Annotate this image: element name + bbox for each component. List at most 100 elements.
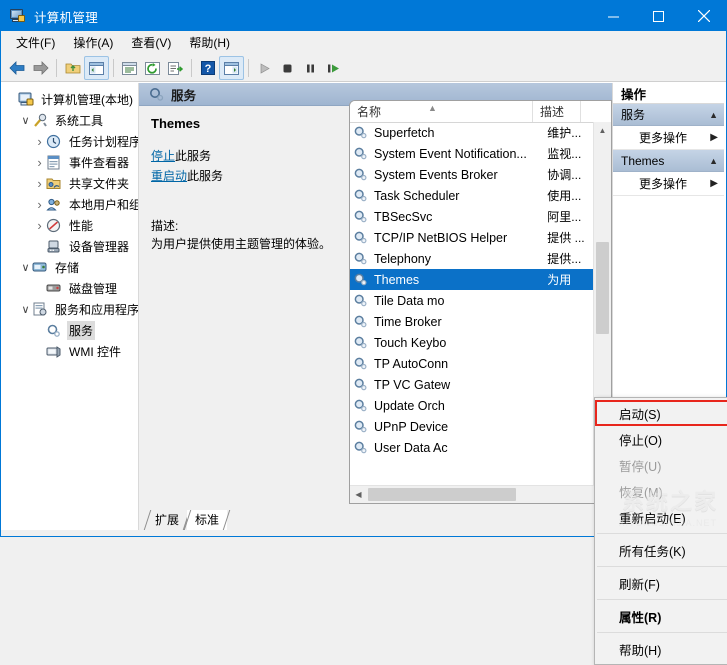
service-name-cell: Touch Keybo: [374, 335, 447, 350]
actions-more-services[interactable]: 更多操作 ▶: [613, 126, 724, 150]
export-list-icon[interactable]: [164, 57, 187, 79]
horizontal-scroll-thumb[interactable]: [368, 488, 516, 501]
service-name-cell: TCP/IP NetBIOS Helper: [374, 230, 508, 245]
actions-more-themes[interactable]: 更多操作 ▶: [613, 172, 724, 196]
console-tree-pane: 计算机管理(本地) ∨ 系统工具 › 任务计划程序 › 事件查看器 › 共享文件夹 › 本地用户和组…: [1, 83, 139, 530]
ctx-restart[interactable]: 重新启动(E): [595, 504, 727, 530]
up-folder-icon[interactable]: [61, 57, 84, 79]
tree-item-8[interactable]: ∨ 存储: [1, 257, 138, 278]
table-row[interactable]: Time Broker: [350, 311, 594, 332]
table-row[interactable]: TCP/IP NetBIOS Helper 提供 ...: [350, 227, 594, 248]
service-name-cell: System Event Notification...: [374, 146, 527, 161]
scroll-up-button[interactable]: ▲: [594, 122, 611, 139]
collapse-up-icon[interactable]: ▲: [709, 110, 718, 120]
refresh-icon[interactable]: [141, 57, 164, 79]
computer-management-icon: [10, 8, 26, 24]
chevron-right-icon[interactable]: ›: [33, 152, 46, 173]
ctx-start[interactable]: 启动(S): [595, 400, 727, 426]
table-row[interactable]: User Data Ac: [350, 437, 594, 458]
table-row[interactable]: TBSecSvc 阿里...: [350, 206, 594, 227]
show-action-pane-icon[interactable]: [219, 56, 244, 80]
stop-service-icon[interactable]: [276, 57, 299, 79]
forward-icon[interactable]: [29, 57, 52, 79]
restart-service-icon[interactable]: [322, 57, 345, 79]
tree-item-3[interactable]: › 事件查看器: [1, 152, 138, 173]
table-row[interactable]: Touch Keybo: [350, 332, 594, 353]
properties-icon[interactable]: [118, 57, 141, 79]
tree-item-9[interactable]: 磁盘管理: [1, 278, 138, 299]
table-row[interactable]: System Event Notification... 监视...: [350, 143, 594, 164]
actions-more-themes-label: 更多操作: [639, 177, 688, 191]
actions-group-themes[interactable]: Themes ▲: [613, 150, 724, 172]
tree-item-11[interactable]: 服务: [1, 320, 138, 341]
tools-icon: [32, 113, 49, 129]
tab-extended[interactable]: 扩展: [147, 510, 187, 530]
vertical-scroll-thumb[interactable]: [596, 242, 609, 334]
table-row[interactable]: UPnP Device: [350, 416, 594, 437]
ctx-properties[interactable]: 属性(R): [595, 603, 727, 629]
tab-standard[interactable]: 标准: [187, 510, 228, 530]
tree-item-2[interactable]: › 任务计划程序: [1, 131, 138, 152]
menu-item-label: 属性(R): [619, 610, 662, 625]
show-console-tree-icon[interactable]: [84, 56, 109, 80]
menu-item-label: 启动(S): [619, 407, 661, 422]
table-row[interactable]: System Events Broker 协调...: [350, 164, 594, 185]
table-row[interactable]: Update Orch: [350, 395, 594, 416]
pause-service-icon[interactable]: [299, 57, 322, 79]
tree-item-5[interactable]: › 本地用户和组: [1, 194, 138, 215]
tree-item-6[interactable]: › 性能: [1, 215, 138, 236]
chevron-right-icon[interactable]: ›: [33, 215, 46, 236]
description-label: 描述:: [151, 219, 179, 233]
restart-service-link[interactable]: 重启动此服务: [151, 167, 337, 184]
list-horizontal-scrollbar[interactable]: ◀: [350, 485, 594, 503]
table-row[interactable]: Telephony 提供...: [350, 248, 594, 269]
chevron-right-icon[interactable]: ›: [33, 194, 46, 215]
tree-item-4[interactable]: › 共享文件夹: [1, 173, 138, 194]
help-icon[interactable]: ?: [196, 57, 219, 79]
stop-service-link[interactable]: 停止此服务: [151, 147, 337, 164]
column-header-name[interactable]: 名称 ▲: [350, 101, 533, 122]
ctx-help[interactable]: 帮助(H): [595, 636, 727, 662]
menu-item-label: 所有任务(K): [619, 544, 686, 559]
chevron-right-icon[interactable]: ›: [33, 131, 46, 152]
table-row[interactable]: Tile Data mo: [350, 290, 594, 311]
ctx-refresh[interactable]: 刷新(F): [595, 570, 727, 596]
restart-service-link-text[interactable]: 重启动: [151, 169, 187, 183]
tree-item-10[interactable]: ∨ 服务和应用程序: [1, 299, 138, 320]
services-icon: [149, 87, 164, 102]
menu-action[interactable]: 操作(A): [64, 31, 122, 54]
tree-item-0[interactable]: 计算机管理(本地): [1, 89, 138, 110]
menu-help[interactable]: 帮助(H): [180, 31, 239, 54]
menu-file[interactable]: 文件(F): [7, 31, 64, 54]
view-tabs: 扩展 标准: [139, 504, 349, 530]
menu-item-label: 帮助(H): [619, 643, 662, 658]
performance-icon: [46, 218, 63, 234]
table-row[interactable]: TP AutoConn: [350, 353, 594, 374]
table-row[interactable]: Superfetch 维护...: [350, 122, 594, 143]
ctx-stop[interactable]: 停止(O): [595, 426, 727, 452]
maximize-button[interactable]: [636, 1, 681, 31]
scroll-left-button[interactable]: ◀: [350, 486, 367, 503]
chevron-down-icon[interactable]: ∨: [19, 257, 32, 278]
chevron-right-icon[interactable]: ›: [33, 173, 46, 194]
stop-service-link-text[interactable]: 停止: [151, 149, 175, 163]
close-button[interactable]: [681, 1, 726, 31]
back-icon[interactable]: [6, 57, 29, 79]
tree-item-7[interactable]: 设备管理器: [1, 236, 138, 257]
collapse-up-icon-2[interactable]: ▲: [709, 156, 718, 166]
start-service-icon[interactable]: [253, 57, 276, 79]
chevron-down-icon[interactable]: ∨: [19, 110, 32, 131]
chevron-down-icon[interactable]: ∨: [19, 299, 32, 320]
table-row[interactable]: Themes 为用: [350, 269, 594, 290]
ctx-all-tasks[interactable]: 所有任务(K)›: [595, 537, 727, 563]
actions-group-services[interactable]: 服务 ▲: [613, 104, 724, 126]
column-header-description[interactable]: 描述: [533, 101, 581, 122]
tree-item-1[interactable]: ∨ 系统工具: [1, 110, 138, 131]
menu-view[interactable]: 查看(V): [122, 31, 180, 54]
tree-item-12[interactable]: WMI 控件: [1, 341, 138, 362]
table-row[interactable]: TP VC Gatew: [350, 374, 594, 395]
minimize-button[interactable]: [591, 1, 636, 31]
table-row[interactable]: Task Scheduler 使用...: [350, 185, 594, 206]
